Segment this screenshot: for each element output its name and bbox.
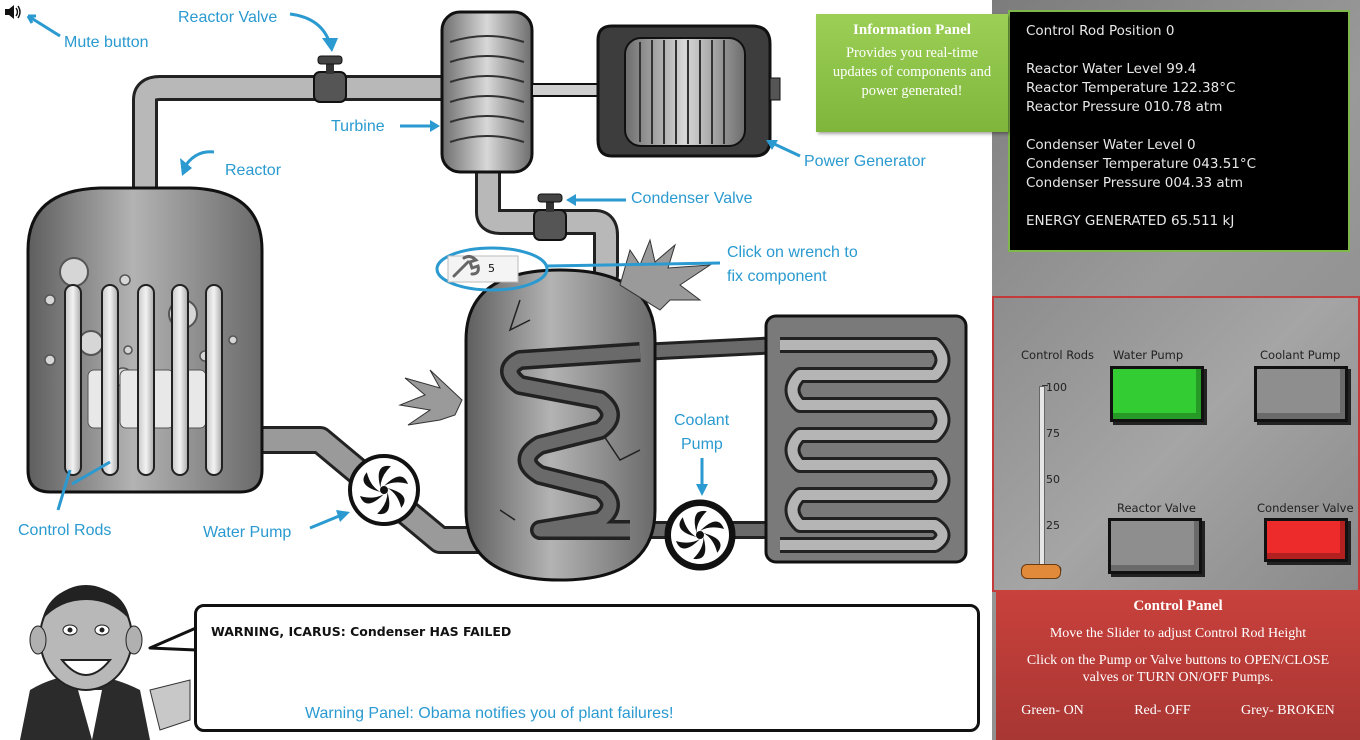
- wrench-hint-line1: Click on wrench to: [727, 244, 858, 261]
- power-generator-label: Power Generator: [804, 153, 926, 170]
- warning-caption: Warning Panel: Obama notifies you of pla…: [305, 705, 674, 722]
- wrench-hint-line2: fix component: [727, 268, 827, 285]
- reactor-pressure: Reactor Pressure 010.78 atm: [1026, 99, 1223, 115]
- water-pump[interactable]: [348, 454, 420, 526]
- slider-tick: 25: [1046, 519, 1060, 532]
- control-panel-line1: Move the Slider to adjust Control Rod He…: [1049, 626, 1307, 641]
- control-rods-label: Control Rods: [18, 522, 112, 539]
- energy-generated: ENERGY GENERATED 65.511 kJ: [1026, 213, 1235, 229]
- turbine: [440, 10, 599, 174]
- power-generator: [596, 24, 781, 158]
- control-rod-position: Control Rod Position 0: [1026, 23, 1175, 39]
- condenser-temperature: Condenser Temperature 043.51°C: [1026, 156, 1257, 172]
- water-pump-label: Water Pump: [203, 524, 292, 541]
- coolant-pump-label-line1: Coolant: [674, 412, 730, 429]
- coolant-pump-label-line2: Pump: [681, 436, 723, 453]
- slider-tick: 75: [1046, 427, 1060, 440]
- coolant-pump[interactable]: [664, 499, 736, 571]
- control-panel-title: Control Panel: [1133, 598, 1223, 614]
- reactor-valve[interactable]: [313, 55, 347, 103]
- control-rod-slider-track[interactable]: [1039, 386, 1045, 574]
- information-panel: Control Rod Position 0 Reactor Water Lev…: [1008, 10, 1350, 252]
- info-callout-body: Provides you real-time updates of compon…: [832, 45, 992, 99]
- mute-button[interactable]: [2, 4, 24, 24]
- character-avatar: [20, 585, 191, 740]
- warning-message: WARNING, ICARUS: Condenser HAS FAILED: [211, 624, 512, 639]
- reactor-valve-label: Reactor Valve: [178, 9, 278, 26]
- water-pump-button[interactable]: [1110, 366, 1204, 422]
- coolant-pump-button-label: Coolant Pump: [1260, 348, 1341, 362]
- condenser-valve[interactable]: [533, 193, 567, 241]
- condenser-valve-label: Condenser Valve: [631, 190, 753, 207]
- warning-panel: WARNING, ICARUS: Condenser HAS FAILED Wa…: [194, 604, 980, 732]
- slider-tick: 100: [1046, 381, 1067, 394]
- reactor-valve-button-label: Reactor Valve: [1117, 501, 1196, 515]
- turbine-label: Turbine: [331, 118, 385, 135]
- mute-button-label: Mute button: [64, 34, 149, 51]
- slider-tick: 50: [1046, 473, 1060, 486]
- reactor-label: Reactor: [225, 162, 282, 179]
- control-rod-slider-thumb[interactable]: [1021, 564, 1061, 579]
- slider-tick-mark: [1042, 385, 1048, 386]
- coolant-radiator: [764, 314, 968, 564]
- condenser-water-level: Condenser Water Level 0: [1026, 137, 1196, 153]
- reactor-water-level: Reactor Water Level 99.4: [1026, 61, 1197, 77]
- control-panel-info: Control Panel Move the Slider to adjust …: [996, 590, 1360, 740]
- water-pump-button-label: Water Pump: [1113, 348, 1184, 362]
- speech-tail: [148, 626, 197, 652]
- legend-grey: Grey- BROKEN: [1241, 703, 1335, 718]
- condenser-valve-button[interactable]: [1264, 518, 1348, 562]
- condenser-pressure: Condenser Pressure 004.33 atm: [1026, 175, 1244, 191]
- info-callout-title: Information Panel: [853, 22, 971, 38]
- reactor-valve-button[interactable]: [1108, 518, 1202, 574]
- control-rods-slider-label: Control Rods: [1021, 348, 1095, 362]
- reactor-temperature: Reactor Temperature 122.38°C: [1026, 80, 1236, 96]
- condenser-vessel: [464, 268, 657, 582]
- control-panel-line2: Click on the Pump or Valve buttons to OP…: [1026, 653, 1330, 685]
- information-panel-callout: Information Panel Provides you real-time…: [816, 14, 1008, 132]
- legend-green: Green- ON: [1021, 703, 1084, 718]
- wrench-counter: 5: [488, 262, 495, 275]
- condenser-valve-button-label: Condenser Valve: [1257, 501, 1354, 515]
- legend-red: Red- OFF: [1134, 703, 1191, 718]
- coolant-pump-button[interactable]: [1254, 366, 1348, 422]
